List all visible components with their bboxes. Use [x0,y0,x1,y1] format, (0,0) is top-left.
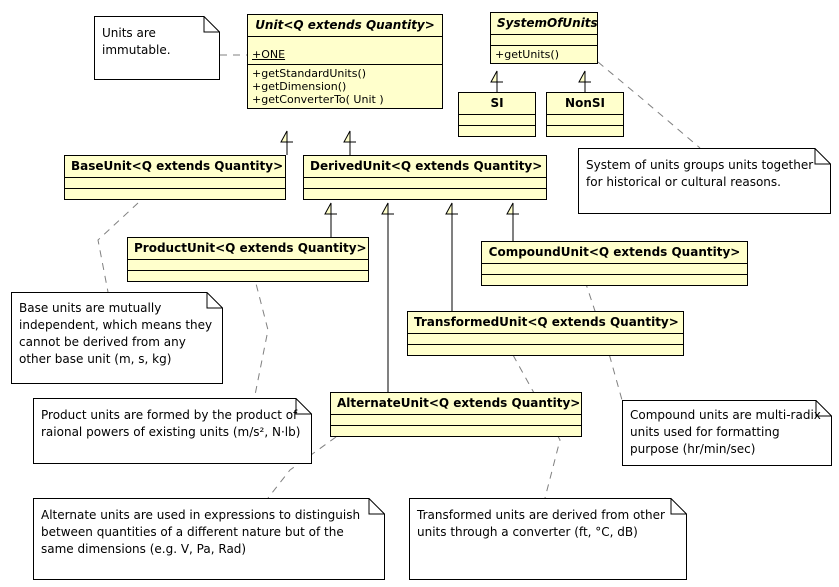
note-baseunits[interactable]: Base units are mutually independent, whi… [11,292,223,384]
generalization-alternateunit-derivedunit [381,202,394,392]
class-transformedunit-operations [408,344,683,355]
note-compoundunits-text: Compound units are multi-radix units use… [630,408,821,456]
class-alternateunit-name: AlternateUnit<Q extends Quantity> [337,396,581,410]
note-productunits-text: Product units are formed by the product … [41,408,301,439]
class-derivedunit[interactable]: DerivedUnit<Q extends Quantity> [303,155,547,200]
uml-class-diagram: Unit<Q extends Quantity> +ONE +getStanda… [0,0,839,587]
class-systemofunits-name: SystemOfUnits [497,16,598,30]
class-productunit-operations [128,270,368,281]
note-immutable-text: Units are immutable. [102,26,171,57]
note-anchor-productunits [252,271,269,396]
class-nonsi-attributes [547,114,623,125]
class-nonsi-operations [547,125,623,136]
generalization-derivedunit-unit [343,130,356,155]
class-unit-attribute: +ONE [252,48,286,61]
class-baseunit-attributes [65,177,285,188]
note-transformedunits-text: Transformed units are derived from other… [417,508,665,539]
class-alternateunit[interactable]: AlternateUnit<Q extends Quantity> [330,392,582,437]
class-transformedunit-attributes [408,333,683,344]
class-compoundunit-attributes [482,263,747,274]
class-systemofunits-operation: +getUnits() [495,48,559,61]
class-si-operations [459,125,535,136]
generalization-baseunit-unit [280,130,293,155]
class-productunit[interactable]: ProductUnit<Q extends Quantity> [127,237,369,282]
note-alternateunits-text: Alternate units are used in expressions … [41,508,361,556]
class-systemofunits[interactable]: SystemOfUnits +getUnits() [490,12,598,64]
class-derivedunit-name: DerivedUnit<Q extends Quantity> [310,159,543,173]
generalization-productunit-derivedunit [324,202,337,237]
class-si-attributes [459,114,535,125]
class-derivedunit-attributes [304,177,546,188]
class-si[interactable]: SI [458,92,536,137]
class-transformedunit-name: TransformedUnit<Q extends Quantity> [414,315,679,329]
class-nonsi-name: NonSI [565,96,605,110]
class-unit-operation: +getDimension() [252,80,347,93]
class-baseunit-name: BaseUnit<Q extends Quantity> [71,159,284,173]
class-productunit-name: ProductUnit<Q extends Quantity> [134,241,367,255]
class-baseunit[interactable]: BaseUnit<Q extends Quantity> [64,155,286,200]
class-unit-operation: +getStandardUnits() [252,67,367,80]
class-systemofunits-attributes [491,34,597,45]
note-systemofunits-text: System of units groups units together fo… [586,158,814,189]
note-immutable[interactable]: Units are immutable. [94,16,220,80]
note-alternateunits[interactable]: Alternate units are used in expressions … [33,498,385,580]
generalization-transformedunit-derivedunit [445,202,458,311]
class-unit-name: Unit<Q extends Quantity> [255,18,435,32]
class-unit-operation: +getConverterTo( Unit ) [252,93,384,106]
class-si-name: SI [490,96,504,110]
class-nonsi[interactable]: NonSI [546,92,624,137]
class-baseunit-operations [65,188,285,199]
class-compoundunit-name: CompoundUnit<Q extends Quantity> [488,245,741,259]
note-compoundunits[interactable]: Compound units are multi-radix units use… [622,400,832,466]
note-transformedunits[interactable]: Transformed units are derived from other… [409,498,687,580]
class-systemofunits-operations: +getUnits() [491,45,597,63]
class-transformedunit[interactable]: TransformedUnit<Q extends Quantity> [407,311,684,356]
class-productunit-attributes [128,259,368,270]
class-compoundunit-operations [482,274,747,285]
class-unit-attributes: +ONE [248,36,442,64]
note-baseunits-text: Base units are mutually independent, whi… [19,301,213,366]
class-derivedunit-operations [304,188,546,199]
generalization-compoundunit-derivedunit [506,202,519,241]
class-compoundunit[interactable]: CompoundUnit<Q extends Quantity> [481,241,748,286]
class-alternateunit-operations [331,425,581,436]
class-unit-operations: +getStandardUnits() +getDimension() +get… [248,64,442,108]
note-productunits[interactable]: Product units are formed by the product … [33,398,312,464]
class-alternateunit-attributes [331,414,581,425]
generalization-nonsi-systemofunits [578,70,591,92]
class-unit[interactable]: Unit<Q extends Quantity> +ONE +getStanda… [247,14,443,109]
note-systemofunits[interactable]: System of units groups units together fo… [578,148,831,214]
generalization-si-systemofunits [490,70,503,92]
